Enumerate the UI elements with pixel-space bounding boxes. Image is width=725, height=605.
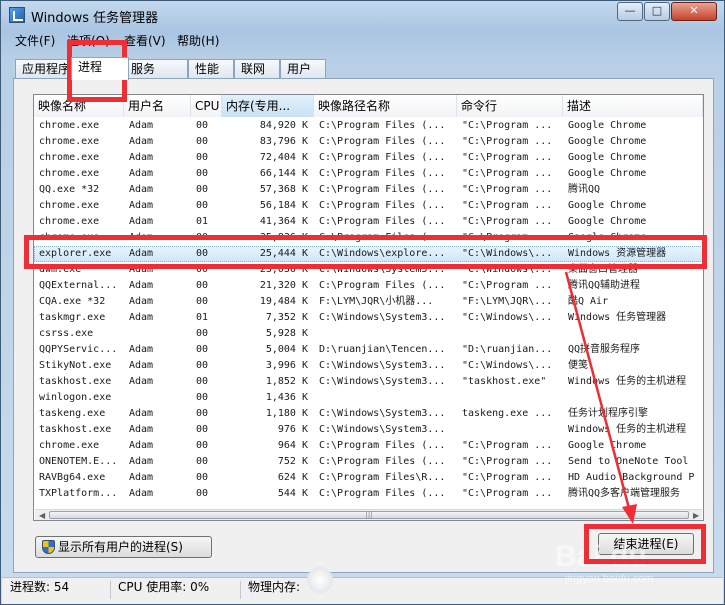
arrow-shaft (564, 271, 632, 513)
arrow-head-icon (622, 504, 637, 524)
tab-processes[interactable]: 进程 (71, 57, 129, 80)
annotation-arrow (564, 271, 637, 524)
